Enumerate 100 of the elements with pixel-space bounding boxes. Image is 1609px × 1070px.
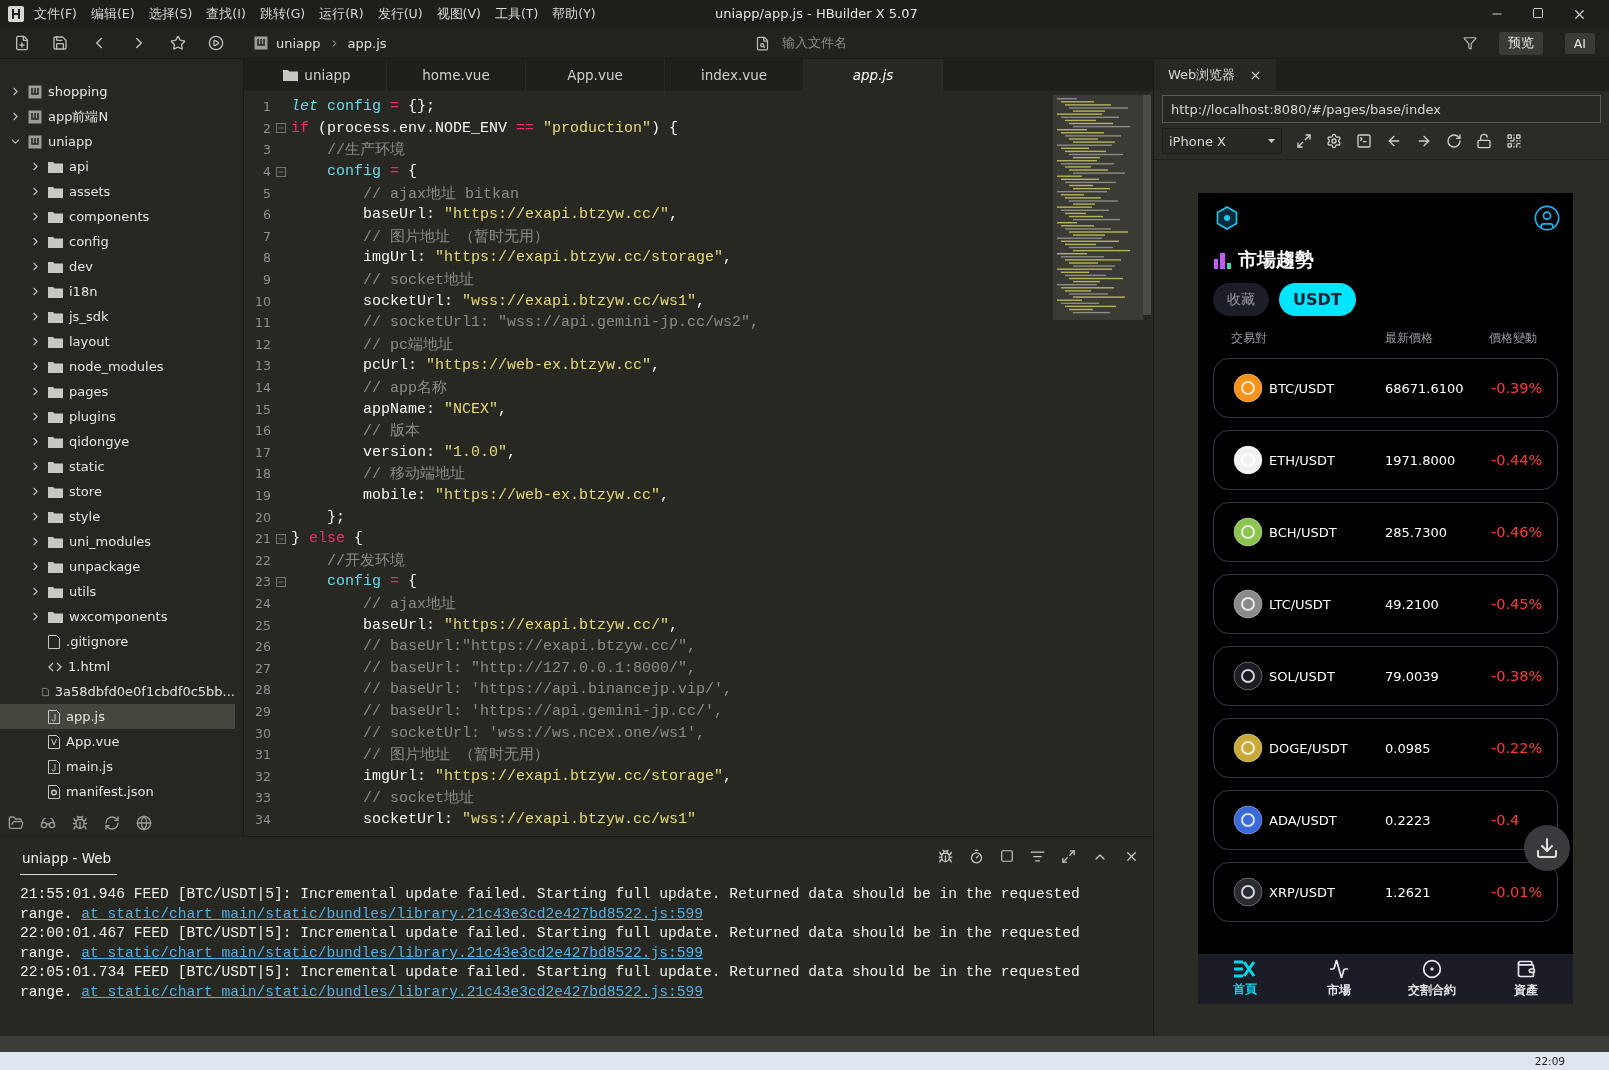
maximize-icon[interactable]	[1532, 6, 1544, 19]
expand-icon[interactable]	[1061, 849, 1076, 864]
refresh-icon[interactable]	[104, 814, 120, 831]
download-button[interactable]	[1524, 825, 1570, 871]
toolbar-button[interactable]: 预览	[1498, 31, 1543, 55]
market-row[interactable]: LTC/USDT 49.2100 -0.45%	[1213, 574, 1558, 634]
window-title: uniapp/app.js - HBuilder X 5.07	[715, 6, 918, 21]
new-file-icon[interactable]	[14, 35, 30, 51]
tree-item[interactable]: static	[0, 454, 235, 479]
menu-item[interactable]: 文件(F)	[30, 5, 81, 23]
filter-tab[interactable]: USDT	[1279, 283, 1356, 316]
nav-tab[interactable]: 首頁	[1198, 954, 1292, 1004]
nav-tab[interactable]: 資產	[1479, 954, 1573, 1004]
minimap-drawing[interactable]	[1053, 95, 1143, 320]
toolbar-button[interactable]: AI	[1564, 32, 1595, 54]
tree-item[interactable]: dev	[0, 254, 235, 279]
tree-item[interactable]: uni_modules	[0, 529, 235, 554]
browser-tab[interactable]: Web浏览器	[1154, 59, 1277, 91]
tree-item[interactable]: unpackage	[0, 554, 235, 579]
source-link[interactable]: at_static/chart_main/static/bundles/library.21c43e3cd2e427bd8522.js:599	[81, 983, 704, 1000]
menu-item[interactable]: 视图(V)	[432, 5, 485, 23]
filter-icon[interactable]	[1462, 36, 1477, 50]
file-search-field[interactable]: 输入文件名	[779, 35, 984, 51]
fold-icon[interactable]	[276, 123, 286, 134]
tree-item[interactable]: node_modules	[0, 354, 235, 379]
bug-icon[interactable]	[72, 814, 88, 831]
tree-item[interactable]: wxcomponents	[0, 604, 235, 629]
timer-icon[interactable]	[969, 849, 984, 864]
url-field[interactable]: http://localhost:8080/#/pages/base/index	[1162, 95, 1601, 123]
menu-item[interactable]: 运行(R)	[315, 5, 368, 23]
folder-icon	[48, 585, 63, 598]
menu-item[interactable]: 工具(T)	[490, 5, 543, 23]
tree-item[interactable]: app.js	[0, 704, 235, 729]
fold-icon[interactable]	[276, 533, 286, 544]
filter-list-icon[interactable]	[1030, 849, 1045, 864]
tree-item[interactable]: config	[0, 229, 235, 254]
tree-item[interactable]: components	[0, 204, 235, 229]
market-row[interactable]: BCH/USDT 285.7300 -0.46%	[1213, 502, 1558, 562]
tree-item[interactable]: App.vue	[0, 729, 235, 754]
file-icon	[48, 634, 60, 649]
tree-item[interactable]: qidongye	[0, 429, 235, 454]
stop-icon[interactable]	[1000, 849, 1014, 863]
tree-item[interactable]: api	[0, 154, 235, 179]
menu-item[interactable]: 跳转(G)	[255, 5, 310, 23]
back-icon[interactable]	[1386, 133, 1402, 149]
tree-item[interactable]: .gitignore	[0, 629, 235, 654]
unlock-icon[interactable]	[1476, 133, 1492, 149]
run-icon[interactable]	[208, 35, 224, 51]
resize-icon[interactable]	[1296, 133, 1312, 149]
nav-tab[interactable]: 市場	[1291, 954, 1386, 1004]
tree-item[interactable]: layout	[0, 329, 235, 354]
tree-item[interactable]: js_sdk	[0, 304, 235, 329]
scrollbar[interactable]	[1143, 95, 1151, 315]
device-select[interactable]: iPhone X	[1162, 128, 1282, 154]
terminal-icon[interactable]	[1356, 133, 1372, 149]
settings-icon[interactable]	[1326, 133, 1342, 149]
source-link[interactable]: at_static/chart_main/static/bundles/library.21c43e3cd2e427bd8522.js:599	[81, 944, 704, 961]
market-row[interactable]: BTC/USDT 68671.6100 -0.39%	[1213, 358, 1558, 418]
tree-item[interactable]: store	[0, 479, 235, 504]
tree-item[interactable]: plugins	[0, 404, 235, 429]
tree-item[interactable]: style	[0, 504, 235, 529]
menu-item[interactable]: 选择(S)	[144, 5, 197, 23]
source-link[interactable]: at_static/chart_main/static/bundles/library.21c43e3cd2e427bd8522.js:599	[81, 905, 704, 922]
bug-icon[interactable]	[938, 849, 953, 864]
forward-icon[interactable]	[1416, 133, 1432, 149]
tree-item[interactable]: utils	[0, 579, 235, 604]
market-row[interactable]: ETH/USDT 1971.8000 -0.44%	[1213, 430, 1558, 490]
nav-tab[interactable]: 交割合約	[1385, 954, 1480, 1004]
reload-icon[interactable]	[1446, 133, 1462, 149]
close-icon[interactable]	[1124, 849, 1139, 864]
user-icon[interactable]	[1533, 204, 1561, 232]
editor-tab[interactable]: app.js	[804, 59, 943, 91]
breadcrumb-item[interactable]: app.js	[347, 35, 387, 51]
globe-icon[interactable]	[136, 814, 152, 831]
filter-tab[interactable]: 收藏	[1213, 283, 1269, 316]
save-icon[interactable]	[52, 35, 68, 51]
tree-item[interactable]: 1.html	[0, 654, 235, 679]
tree-item[interactable]: i18n	[0, 279, 235, 304]
market-row[interactable]: DOGE/USDT 0.0985 -0.22%	[1213, 718, 1558, 778]
menu-item[interactable]: 帮助(Y)	[548, 5, 600, 23]
menu-item[interactable]: 查找(I)	[202, 5, 250, 23]
tree-item[interactable]: assets	[0, 179, 235, 204]
breadcrumb-item[interactable]: uniapp	[276, 35, 321, 51]
menu-item[interactable]: 编辑(E)	[86, 5, 139, 23]
tree-item[interactable]: uniapp	[0, 129, 235, 154]
tree-item[interactable]: shopping	[0, 79, 235, 104]
star-icon[interactable]	[170, 35, 186, 51]
tree-item[interactable]: main.js	[0, 754, 235, 779]
fold-icon[interactable]	[276, 166, 286, 177]
fold-icon[interactable]	[276, 576, 286, 587]
line-number: 24	[254, 595, 271, 611]
console-tab[interactable]: uniapp - Web	[20, 839, 118, 875]
folder-icon[interactable]	[8, 814, 24, 831]
tree-item[interactable]: 3a58dbfd0e0f1cbdf0c5bb...	[0, 679, 235, 704]
tree-item[interactable]: app前端N	[0, 104, 235, 129]
tree-item[interactable]: manifest.json	[0, 779, 235, 804]
menu-item[interactable]: 发行(U)	[373, 5, 427, 23]
tree-item[interactable]: pages	[0, 379, 235, 404]
market-row[interactable]: SOL/USDT 79.0039 -0.38%	[1213, 646, 1558, 706]
qr-code-icon[interactable]	[1506, 133, 1522, 149]
